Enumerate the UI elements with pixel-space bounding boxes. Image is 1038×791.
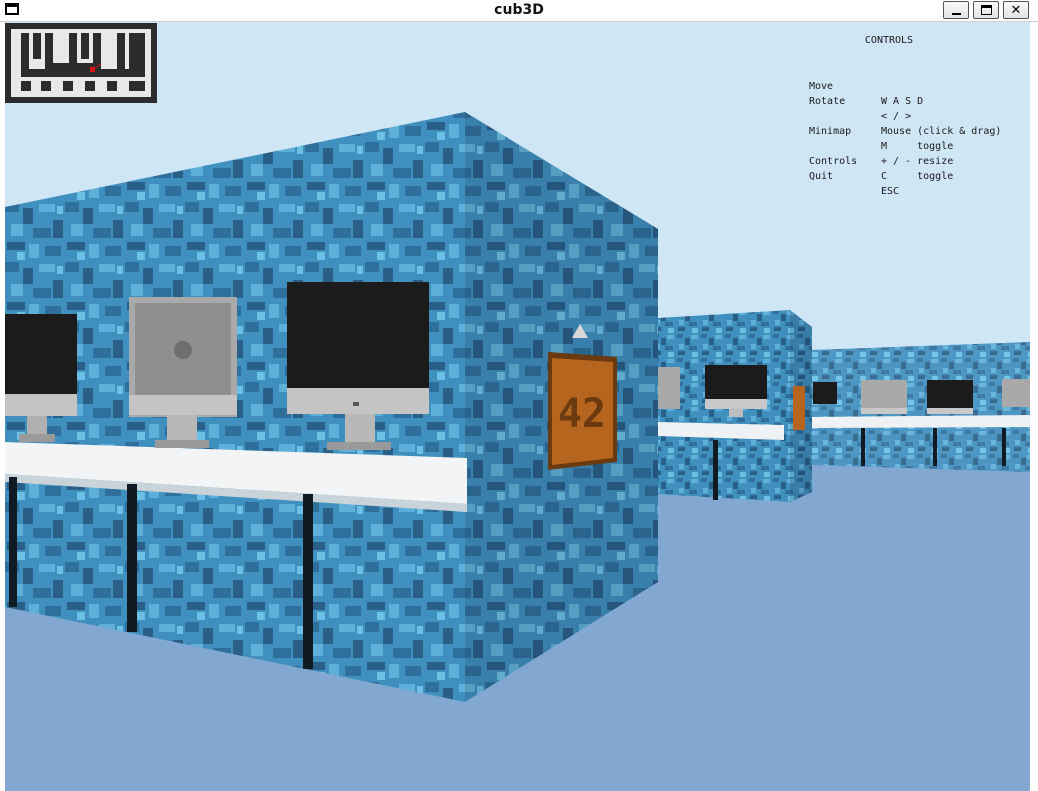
far-wall-block: [812, 342, 1030, 472]
minimap-grid: [11, 29, 151, 97]
close-icon: ✕: [1010, 3, 1022, 18]
controls-heading: CONTROLS: [864, 35, 914, 46]
controls-row-move: Move W A S D: [809, 64, 1024, 107]
control-key-label: Quit: [809, 171, 834, 182]
controls-row-controls: Controls C toggle: [809, 139, 1024, 182]
controls-row-resize: + / - resize: [809, 124, 1024, 167]
front-wall-block: 42: [5, 112, 658, 702]
controls-overlay: CONTROLS Move W A S D Rotate < / > Mouse…: [809, 33, 1024, 197]
close-button[interactable]: ✕: [1003, 1, 1029, 19]
minimize-button[interactable]: [943, 1, 969, 19]
control-value: ESC: [881, 186, 900, 197]
controls-row-mouse: Mouse (click & drag): [809, 94, 1024, 137]
middle-wall-block: [658, 310, 812, 502]
controls-row-quit: Quit ESC: [809, 154, 1024, 197]
sign-42-text: 42: [558, 391, 606, 437]
maximize-button[interactable]: [973, 1, 999, 19]
title-bar[interactable]: cub3D ✕: [0, 0, 1038, 22]
maximize-icon: [981, 5, 992, 15]
controls-row-rotate: Rotate < / >: [809, 79, 1024, 122]
player-marker: [90, 67, 95, 72]
minimize-icon: [952, 13, 961, 15]
controls-row-minimap: Minimap M toggle: [809, 109, 1024, 152]
control-value: C toggle: [881, 171, 954, 182]
minimap: [5, 23, 157, 103]
window-border-right: [1030, 22, 1038, 791]
window-title: cub3D: [494, 2, 544, 18]
